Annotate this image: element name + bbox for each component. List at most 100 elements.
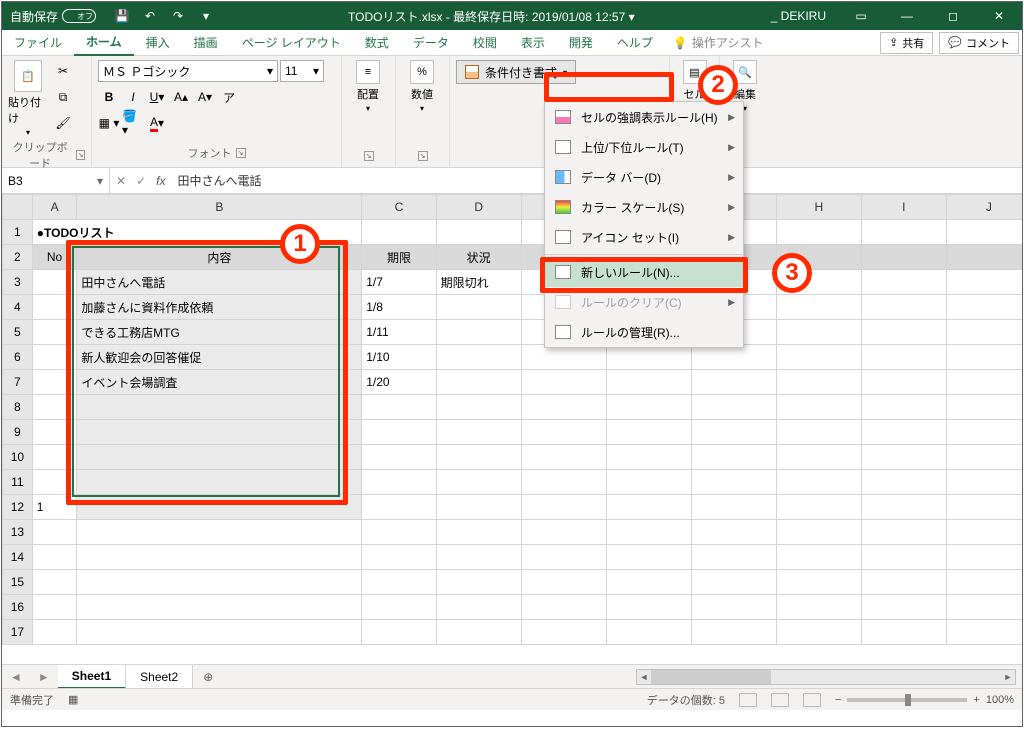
zoom-slider[interactable] — [847, 698, 967, 702]
cell[interactable]: 内容 — [77, 245, 362, 270]
cell[interactable]: イベント会場調査 — [77, 370, 362, 395]
copy-icon[interactable]: ⧉ — [52, 86, 74, 108]
row-header[interactable]: 10 — [3, 445, 33, 470]
zoom-out-button[interactable]: − — [835, 694, 841, 706]
grow-font-icon[interactable]: A▴ — [170, 86, 192, 108]
zoom-level[interactable]: 100% — [986, 694, 1014, 706]
row-header[interactable]: 15 — [3, 570, 33, 595]
alignment-button[interactable]: ≡配置▾ — [348, 60, 388, 113]
tab-draw[interactable]: 描画 — [182, 30, 230, 56]
italic-button[interactable]: I — [122, 86, 144, 108]
menu-clear-rules[interactable]: ルールのクリア(C)▶ — [545, 287, 743, 317]
cancel-formula-icon[interactable]: ✕ — [116, 174, 126, 188]
paste-button[interactable]: 📋 貼り付け ▾ — [8, 60, 48, 137]
sheet-nav-next[interactable]: ► — [30, 670, 58, 684]
row-header[interactable]: 16 — [3, 595, 33, 620]
row-header[interactable]: 14 — [3, 545, 33, 570]
tab-file[interactable]: ファイル — [2, 30, 74, 56]
phonetic-icon[interactable]: ア — [218, 86, 240, 108]
number-launcher[interactable]: ↘ — [418, 151, 428, 161]
tab-review[interactable]: 校閲 — [461, 30, 509, 56]
underline-button[interactable]: U ▾ — [146, 86, 168, 108]
format-painter-icon[interactable]: 🖌 — [52, 112, 74, 134]
cell[interactable]: 新人歓迎会の回答催促 — [77, 345, 362, 370]
undo-icon[interactable]: ↶ — [142, 8, 158, 24]
view-page-layout-icon[interactable] — [771, 693, 789, 707]
row-header[interactable]: 8 — [3, 395, 33, 420]
tab-data[interactable]: データ — [401, 30, 461, 56]
select-all-corner[interactable] — [3, 195, 33, 220]
menu-data-bars[interactable]: データ バー(D)▶ — [545, 162, 743, 192]
conditional-formatting-button[interactable]: 条件付き書式▾ — [456, 60, 576, 84]
cut-icon[interactable]: ✂ — [52, 60, 74, 82]
cell[interactable]: 期限 — [362, 245, 436, 270]
menu-new-rule[interactable]: 新しいルール(N)... — [545, 257, 743, 287]
col-header[interactable]: I — [861, 195, 946, 220]
row-header[interactable]: 12 — [3, 495, 33, 520]
row-header[interactable]: 2 — [3, 245, 33, 270]
zoom-in-button[interactable]: + — [973, 694, 979, 706]
add-sheet-button[interactable]: ⊕ — [193, 670, 223, 684]
cell[interactable]: 1/8 — [362, 295, 436, 320]
autosave-toggle[interactable]: オフ — [62, 9, 96, 23]
col-header[interactable]: B — [77, 195, 362, 220]
row-header[interactable]: 7 — [3, 370, 33, 395]
tab-developer[interactable]: 開発 — [557, 30, 605, 56]
cell[interactable]: 1/10 — [362, 345, 436, 370]
cell[interactable]: 1 — [32, 495, 77, 520]
row-header[interactable]: 9 — [3, 420, 33, 445]
tell-me[interactable]: 💡操作アシスト — [665, 34, 771, 51]
sheet-nav-prev[interactable]: ◄ — [2, 670, 30, 684]
row-header[interactable]: 17 — [3, 620, 33, 645]
cell[interactable]: 1/11 — [362, 320, 436, 345]
cell[interactable]: ●TODOリスト — [32, 220, 362, 245]
shrink-font-icon[interactable]: A▾ — [194, 86, 216, 108]
cell[interactable]: 状況 — [436, 245, 521, 270]
row-header[interactable]: 6 — [3, 345, 33, 370]
horizontal-scrollbar[interactable]: ◄► — [636, 669, 1016, 685]
align-launcher[interactable]: ↘ — [364, 151, 374, 161]
col-header[interactable]: C — [362, 195, 436, 220]
cell[interactable]: 加藤さんに資料作成依頼 — [77, 295, 362, 320]
ribbon-options-icon[interactable]: ▭ — [838, 2, 884, 30]
redo-icon[interactable]: ↷ — [170, 8, 186, 24]
font-name-combo[interactable]: ＭＳ Ｐゴシック▾ — [98, 60, 278, 82]
row-header[interactable]: 1 — [3, 220, 33, 245]
comments-button[interactable]: 💬コメント — [939, 32, 1019, 54]
macro-record-icon[interactable]: ▦ — [68, 693, 78, 706]
share-button[interactable]: ⇪共有 — [880, 32, 933, 54]
cell[interactable]: 期限切れ — [436, 270, 521, 295]
tab-formulas[interactable]: 数式 — [353, 30, 401, 56]
bold-button[interactable]: B — [98, 86, 120, 108]
cell[interactable]: できる工務店MTG — [77, 320, 362, 345]
menu-top-bottom-rules[interactable]: 上位/下位ルール(T)▶ — [545, 132, 743, 162]
tab-home[interactable]: ホーム — [74, 30, 134, 56]
tab-help[interactable]: ヘルプ — [605, 30, 665, 56]
fx-icon[interactable]: fx — [156, 174, 165, 188]
row-header[interactable]: 11 — [3, 470, 33, 495]
account-name[interactable]: _ DEKIRU — [759, 9, 838, 23]
cell[interactable]: 1/7 — [362, 270, 436, 295]
accept-formula-icon[interactable]: ✓ — [136, 174, 146, 188]
tab-layout[interactable]: ページ レイアウト — [230, 30, 353, 56]
maximize-icon[interactable]: ◻ — [930, 2, 976, 30]
col-header[interactable]: A — [32, 195, 77, 220]
font-color-icon[interactable]: A ▾ — [146, 112, 168, 134]
borders-icon[interactable]: ▦ ▾ — [98, 112, 120, 134]
menu-icon-sets[interactable]: アイコン セット(I)▶ — [545, 222, 743, 252]
cell[interactable]: 1/20 — [362, 370, 436, 395]
save-icon[interactable]: 💾 — [114, 8, 130, 24]
cell[interactable]: No — [32, 245, 77, 270]
sheet-tab-1[interactable]: Sheet1 — [58, 665, 126, 689]
cell[interactable]: 田中さんへ電話 — [77, 270, 362, 295]
number-button[interactable]: %数値▾ — [402, 60, 442, 113]
col-header[interactable]: J — [946, 195, 1022, 220]
close-icon[interactable]: ✕ — [976, 2, 1022, 30]
font-launcher[interactable]: ↘ — [236, 148, 246, 158]
row-header[interactable]: 5 — [3, 320, 33, 345]
menu-manage-rules[interactable]: ルールの管理(R)... — [545, 317, 743, 347]
clipboard-launcher[interactable]: ↘ — [76, 150, 85, 160]
menu-highlight-rules[interactable]: セルの強調表示ルール(H)▶ — [545, 102, 743, 132]
name-box[interactable]: B3▾ — [2, 168, 110, 193]
fill-color-icon[interactable]: 🪣 ▾ — [122, 112, 144, 134]
